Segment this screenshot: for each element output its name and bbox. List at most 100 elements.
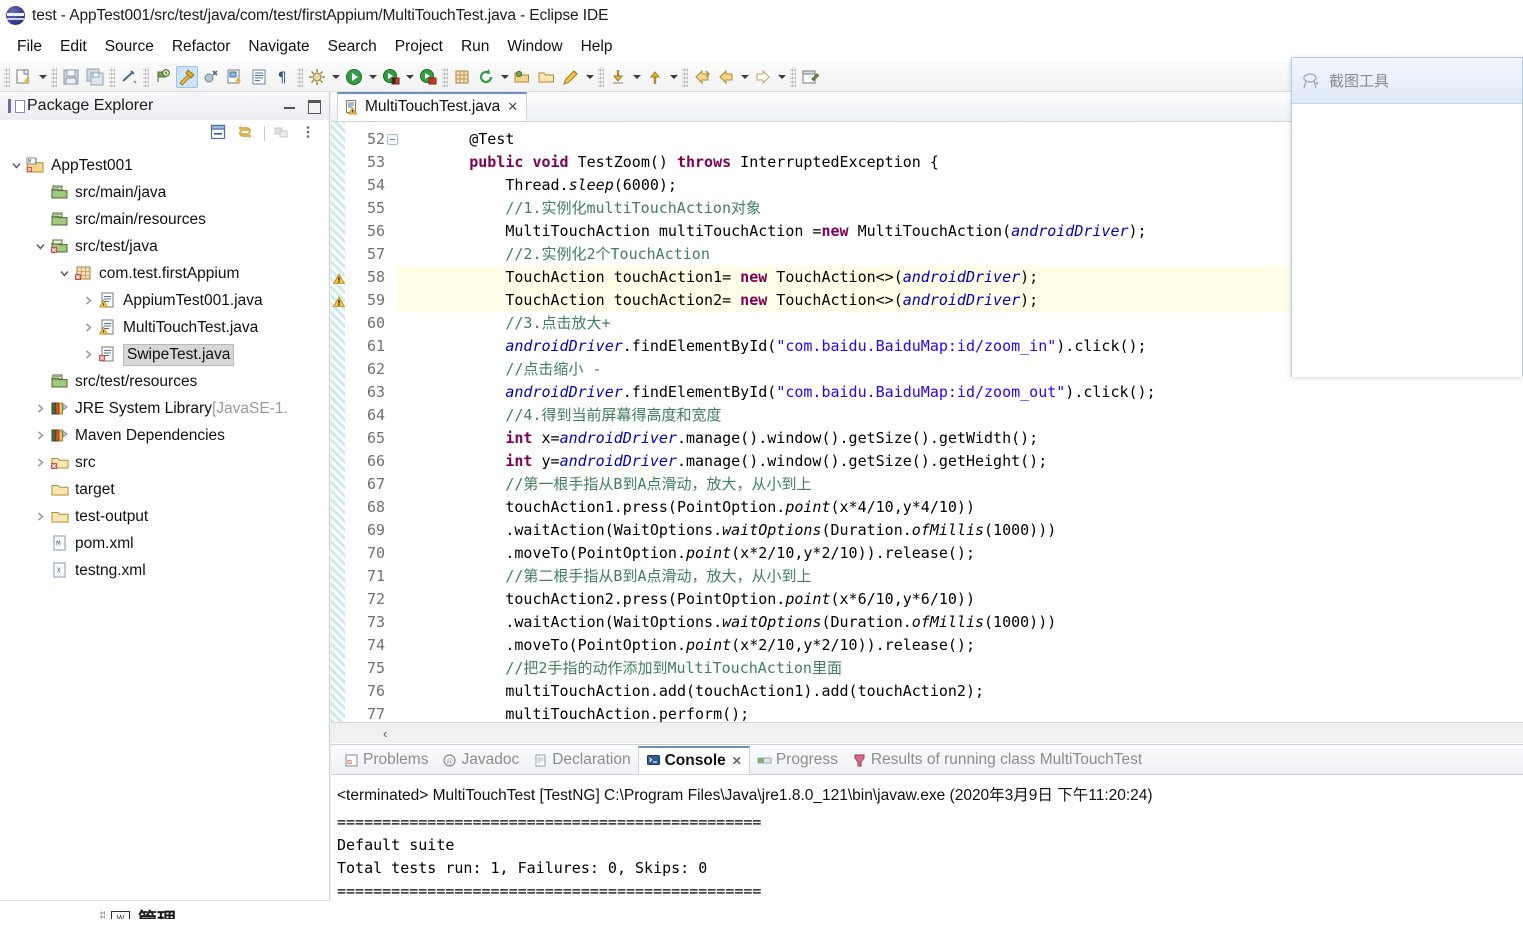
menu-search[interactable]: Search [319,36,386,58]
menu-run[interactable]: Run [452,36,498,58]
chevron-right-icon[interactable] [30,430,50,441]
chevron-right-icon[interactable] [78,295,98,306]
forward-arrow-dropdown-arrow[interactable] [775,66,788,88]
new-package-icon[interactable] [451,66,473,88]
back-history-icon[interactable] [691,66,713,88]
run-dropdown-arrow[interactable] [366,66,379,88]
horizontal-scrollbar[interactable]: ‹ [331,722,1523,743]
pencil-icon[interactable] [560,66,582,88]
tree-item-maven-dependencies[interactable]: Maven Dependencies [0,422,329,449]
toolbar-drag-handle[interactable] [109,66,115,87]
new-java-class-icon[interactable] [224,66,246,88]
download-icon[interactable] [607,66,629,88]
back-arrow-icon[interactable] [715,66,737,88]
pilcrow-icon[interactable]: ¶ [272,66,294,88]
tree-item-src-test-java[interactable]: src/test/java [0,233,329,260]
chevron-right-icon[interactable] [30,457,50,468]
toolbar-drag-handle[interactable] [442,66,448,87]
toolbar-drag-handle[interactable] [297,66,303,87]
run-coverage-dropdown-arrow[interactable] [403,66,416,88]
tree-item-multitouchtest-java[interactable]: MultiTouchTest.java [0,314,329,341]
tree-item-testng-xml[interactable]: Xtestng.xml [0,557,329,584]
back-arrow-dropdown-arrow[interactable] [738,66,751,88]
view-overflow-icon[interactable] [299,123,319,143]
tree-item-src[interactable]: src [0,449,329,476]
tree-item-jre-system-library[interactable]: JRE System Library [JavaSE-1. [0,395,329,422]
menu-source[interactable]: Source [96,36,163,58]
debug-bug-dropdown-arrow[interactable] [329,66,342,88]
refresh-icon[interactable] [475,66,497,88]
menu-navigate[interactable]: Navigate [239,36,318,58]
snipping-tool-titlebar[interactable]: 截图工具 [1292,58,1522,104]
bottom-tab-javadoc[interactable]: @ Javadoc [435,746,526,774]
link-broken-icon[interactable] [118,66,140,88]
run-coverage-icon[interactable] [380,66,402,88]
bottom-tab-problems[interactable]: Problems [337,746,435,774]
tree-item-com-test-firstappium[interactable]: com.test.firstAppium [0,260,329,287]
new-wizard-icon[interactable] [13,66,35,88]
upload-dropdown-arrow[interactable] [667,66,680,88]
warning-icon[interactable] [332,293,346,307]
view-menu-icon[interactable] [272,123,292,143]
bottom-tab-declaration[interactable]: Declaration [526,746,637,774]
run-icon[interactable] [343,66,365,88]
tree-item-appiumtest001-java[interactable]: AppiumTest001.java [0,287,329,314]
menu-help[interactable]: Help [572,36,622,58]
chevron-down-icon[interactable] [6,160,26,171]
tree-item-swipetest-java[interactable]: SwipeTest.java [0,341,329,368]
toolbar-drag-handle[interactable] [682,66,688,87]
download-dropdown-arrow[interactable] [630,66,643,88]
toolbar-drag-handle[interactable] [51,66,57,87]
new-editor-icon[interactable] [799,66,821,88]
tree-item-src-main-resources[interactable]: src/main/resources [0,206,329,233]
collapse-all-icon[interactable] [209,123,229,143]
tree-item-pom-xml[interactable]: Mpom.xml [0,530,329,557]
pencil-dropdown-arrow[interactable] [583,66,596,88]
minimize-view-button[interactable] [281,97,299,115]
annotation-marker-bar[interactable] [331,122,345,722]
chevron-down-icon[interactable] [30,241,50,252]
run-external-tools-icon[interactable] [417,66,439,88]
new-wizard-dropdown-arrow[interactable] [36,66,49,88]
close-icon[interactable]: ✕ [507,99,518,115]
upload-icon[interactable] [644,66,666,88]
build-hammer-icon[interactable] [176,65,198,88]
bottom-tab-results-of-running-class-multitouchtest[interactable]: Results of running class MultiTouchTest [845,746,1149,774]
open-folder-icon[interactable] [512,66,534,88]
tree-item-test-output[interactable]: test-output [0,503,329,530]
bottom-tab-progress[interactable]: Progress [750,746,845,774]
debug-bug-icon[interactable] [306,66,328,88]
chevron-down-icon[interactable] [54,268,74,279]
snipping-tool-window[interactable]: 截图工具 [1291,57,1523,377]
refresh-dropdown-arrow[interactable] [498,66,511,88]
tree-item-target[interactable]: target [0,476,329,503]
tree-item-apptest001[interactable]: M J AppTest001 [0,152,329,179]
link-with-editor-icon[interactable] [236,123,256,143]
snipping-tool-canvas[interactable] [1292,104,1522,377]
tree-item-src-test-resources[interactable]: src/test/resources [0,368,329,395]
toolbar-drag-handle[interactable] [143,66,149,87]
warning-icon[interactable] [332,270,346,284]
menu-refactor[interactable]: Refactor [163,36,240,58]
fold-collapse-icon[interactable] [387,134,398,145]
toolbar-drag-handle[interactable] [4,66,10,87]
toolbar-drag-handle[interactable] [598,66,604,87]
editor-tab-multitouchtest[interactable]: MultiTouchTest.java ✕ [337,92,528,121]
quick-access-icon[interactable] [152,66,174,88]
menu-window[interactable]: Window [498,36,571,58]
save-all-icon[interactable] [84,66,106,88]
tree-item-src-main-java[interactable]: src/main/java [0,179,329,206]
open-folder2-icon[interactable] [536,66,558,88]
menu-file[interactable]: File [8,36,51,58]
scroll-left-icon[interactable]: ‹ [383,726,387,741]
menu-edit[interactable]: Edit [51,36,96,58]
save-icon[interactable] [60,66,82,88]
toolbar-drag-handle[interactable] [790,66,796,87]
chevron-right-icon[interactable] [78,349,98,360]
menu-project[interactable]: Project [386,36,452,58]
chevron-right-icon[interactable] [30,511,50,522]
bottom-tab-console[interactable]: Console ✕ [637,746,750,774]
forward-arrow-icon[interactable] [752,66,774,88]
skip-breakpoints-icon[interactable] [200,66,222,88]
chevron-right-icon[interactable] [78,322,98,333]
